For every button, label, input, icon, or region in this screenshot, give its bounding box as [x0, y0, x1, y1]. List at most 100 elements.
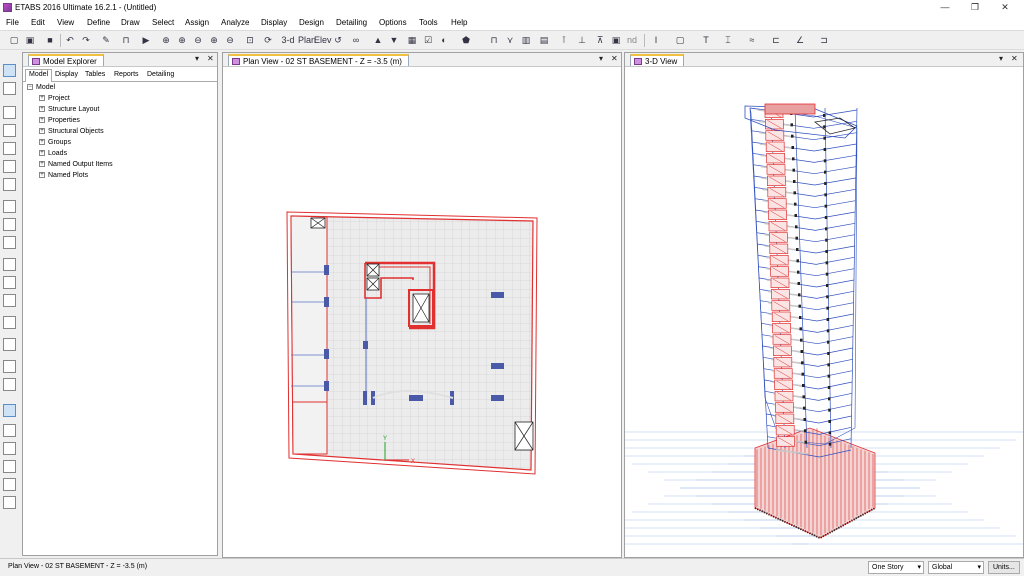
rotate-icon[interactable]: ⟳ [262, 34, 274, 46]
pencil-icon[interactable]: ✎ [100, 34, 112, 46]
tree-item-loads[interactable]: + Loads [39, 150, 67, 157]
draw-column-icon[interactable] [3, 142, 16, 155]
snap-icon[interactable] [3, 404, 16, 417]
support-icon[interactable]: ⋎ [504, 34, 516, 46]
tendon-icon[interactable]: ▣ [610, 34, 622, 46]
pan-icon[interactable]: ⊡ [244, 34, 256, 46]
draw-section-icon[interactable] [3, 294, 16, 307]
zoom-in-icon[interactable]: ⊕ [176, 34, 188, 46]
pin-icon[interactable]: ▾ [599, 54, 603, 63]
column[interactable] [324, 349, 329, 359]
column[interactable] [324, 265, 329, 275]
zoom-full-icon[interactable]: ⊖ [224, 34, 236, 46]
snap-end-icon[interactable] [3, 424, 16, 437]
snap-perpendicular-icon[interactable] [3, 478, 16, 491]
column[interactable] [491, 395, 504, 401]
snap-grid-icon[interactable] [3, 496, 16, 509]
grid-icon[interactable]: ▥ [520, 34, 532, 46]
tab-tables[interactable]: Tables [81, 69, 109, 82]
nd-button[interactable]: nd [626, 34, 638, 46]
tab-reports[interactable]: Reports [110, 69, 143, 82]
draw-floor-icon[interactable] [3, 200, 16, 213]
column[interactable] [363, 391, 367, 405]
tab-detailing[interactable]: Detailing [143, 69, 178, 82]
menu-design[interactable]: Design [299, 18, 324, 27]
units-button[interactable]: Units... [988, 561, 1020, 574]
menu-view[interactable]: View [57, 18, 74, 27]
maximize-button[interactable]: ❐ [960, 0, 990, 15]
undo-icon[interactable]: ↶ [64, 34, 76, 46]
close-view-icon[interactable]: ✕ [611, 54, 618, 63]
set-display-icon[interactable]: ▦ [406, 34, 418, 46]
move-down-icon[interactable]: ▼ [388, 34, 400, 46]
menu-assign[interactable]: Assign [185, 18, 209, 27]
menu-options[interactable]: Options [379, 18, 407, 27]
snap-intersect-icon[interactable] [3, 460, 16, 473]
tree-item-named-plots[interactable]: + Named Plots [39, 172, 88, 179]
menu-detailing[interactable]: Detailing [336, 18, 367, 27]
lock-icon[interactable]: ⊓ [120, 34, 132, 46]
pin-icon[interactable]: ▾ [999, 54, 1003, 63]
new-model-icon[interactable]: ▢ [8, 34, 20, 46]
view-3d-title-tab[interactable]: 3-D View [630, 54, 685, 66]
pointer-icon[interactable] [3, 64, 16, 77]
collapse-icon[interactable]: − [27, 84, 33, 91]
close-button[interactable]: ✕ [990, 0, 1020, 15]
tree-item-named-output[interactable]: + Named Output Items [39, 161, 113, 168]
menu-analyze[interactable]: Analyze [221, 18, 249, 27]
expand-icon[interactable]: + [39, 128, 45, 135]
plan-canvas[interactable]: Y X [223, 68, 621, 558]
column[interactable] [491, 363, 504, 369]
channel-icon[interactable]: ⊏ [770, 34, 782, 46]
wall-icon[interactable]: ▤ [538, 34, 550, 46]
close-view-icon[interactable]: ✕ [1011, 54, 1018, 63]
expand-icon[interactable]: + [39, 150, 45, 157]
minimize-button[interactable]: — [930, 0, 960, 15]
draw-joint-icon[interactable] [3, 106, 16, 119]
section-tee-icon[interactable]: T [700, 34, 712, 46]
column[interactable] [409, 395, 423, 401]
object-shape-icon[interactable]: ⬟ [460, 34, 472, 46]
tree-item-project[interactable]: + Project [39, 95, 70, 102]
section-i2-icon[interactable]: ⌶ [722, 34, 734, 46]
beam-icon[interactable]: ⊥ [576, 34, 588, 46]
expand-icon[interactable]: + [39, 139, 45, 146]
check-icon[interactable]: ☑ [422, 34, 434, 46]
snap-mid-icon[interactable] [3, 442, 16, 455]
glasses-icon[interactable]: ∞ [350, 34, 362, 46]
menu-draw[interactable]: Draw [121, 18, 140, 27]
draw-cross-icon[interactable] [3, 178, 16, 191]
view-3d-button[interactable]: 3-d [280, 34, 296, 46]
menu-define[interactable]: Define [87, 18, 110, 27]
run-analysis-icon[interactable]: ▶ [140, 34, 152, 46]
draw-brace-icon[interactable] [3, 160, 16, 173]
expand-icon[interactable]: + [39, 95, 45, 102]
pin-icon[interactable]: ▾ [195, 54, 199, 63]
redo-icon[interactable]: ↷ [80, 34, 92, 46]
story-select[interactable]: One Story ▾ [868, 561, 924, 574]
zoom-out-icon[interactable]: ⊖ [192, 34, 204, 46]
menu-tools[interactable]: Tools [419, 18, 438, 27]
brace-icon[interactable]: ⊺ [558, 34, 570, 46]
tab-model[interactable]: Model [25, 69, 53, 82]
shading-icon[interactable]: ◐ [438, 34, 450, 46]
rebar-icon[interactable]: ≈ [746, 34, 758, 46]
draw-opening-icon[interactable] [3, 258, 16, 271]
tab-display[interactable]: Display [51, 69, 82, 82]
draw-rect-floor-icon[interactable] [3, 218, 16, 231]
frame-icon[interactable]: ⊓ [488, 34, 500, 46]
zoom-previous-icon[interactable]: ⊕ [208, 34, 220, 46]
zoom-window-icon[interactable]: ⊕ [160, 34, 172, 46]
draw-grid-icon[interactable] [3, 276, 16, 289]
tree-item-groups[interactable]: + Groups [39, 139, 71, 146]
draw-mesh-icon[interactable] [3, 338, 16, 351]
tree-item-structure-layout[interactable]: + Structure Layout [39, 106, 99, 113]
expand-icon[interactable]: + [39, 117, 45, 124]
column[interactable] [363, 341, 368, 349]
column[interactable] [324, 297, 329, 307]
menu-display[interactable]: Display [261, 18, 287, 27]
draw-support-icon[interactable] [3, 360, 16, 373]
draw-wave-icon[interactable] [3, 378, 16, 391]
link-icon[interactable]: ⊼ [594, 34, 606, 46]
column[interactable] [324, 381, 329, 391]
